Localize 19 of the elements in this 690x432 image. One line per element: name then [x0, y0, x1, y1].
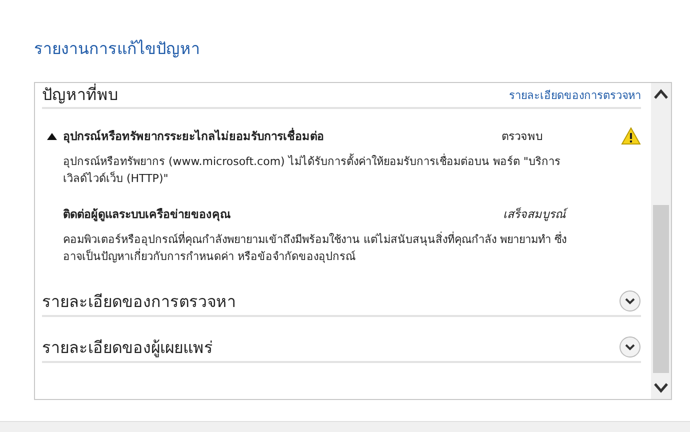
warning-icon [621, 127, 642, 145]
scrollbar[interactable] [651, 83, 671, 399]
expand-chevron-icon[interactable] [619, 290, 641, 312]
issue-title: อุปกรณ์หรือทรัพยากรระยะไกลไม่ยอมรับการเชื่อมต่อ [62, 127, 325, 145]
scroll-down-icon[interactable] [654, 383, 668, 393]
issue-title: ติดต่อผู้ดูแลระบบเครือข่ายของคุณ [63, 206, 232, 223]
scroll-thumb[interactable] [653, 205, 669, 373]
issue-description: อุปกรณ์หรือทรัพยากร (www.microsoft.com) ไม่ได้รับการตั้งค่าให้ยอมรับการเชื่อมต่อบน พอร์ต "บริการเวิลด์ไวด์เว็บ (HTTP)" [63, 153, 562, 187]
section-title: รายละเอียดของการตรวจหา [42, 290, 236, 312]
collapse-triangle-icon[interactable] [47, 132, 57, 140]
page-title: รายงานการแก้ไขปัญหา [34, 38, 201, 60]
issue-description: คอมพิวเตอร์หรืออุปกรณ์ที่คุณกำลังพยายามเข้าถึงมีพร้อมใช้งาน แต่ไม่สนับสนุนสิ่งที่คุณกำลัง พยายามทำ ซึ่งอาจเป็นปัญหาเกี่ยวกับการกำหนดค่า หรือข้อจำกัดของอุปกรณ์ [63, 231, 568, 265]
expand-chevron-icon[interactable] [619, 336, 641, 358]
section-heading: ปัญหาที่พบ [42, 83, 118, 106]
issue-status: เสร็จสมบูรณ์ [503, 206, 569, 223]
detection-details-link[interactable]: รายละเอียดของการตรวจหา [509, 86, 641, 107]
scroll-up-icon[interactable] [654, 89, 668, 99]
issue-status: ตรวจพบ [501, 128, 544, 145]
section-title: รายละเอียดของผู้เผยแพร่ [42, 336, 213, 360]
